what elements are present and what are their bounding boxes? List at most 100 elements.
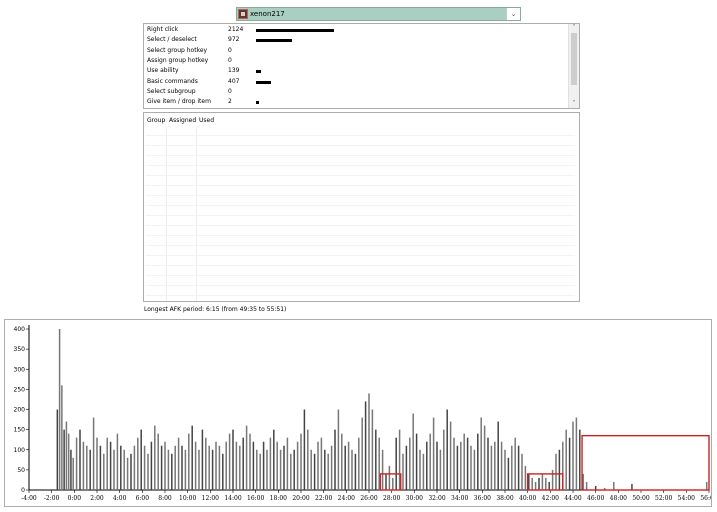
- chart-bar: [286, 437, 289, 490]
- chart-bar: [327, 453, 329, 490]
- chart-bar: [524, 465, 527, 490]
- chart-bar: [538, 477, 540, 490]
- chart-bar: [631, 483, 633, 490]
- chart-bar: [171, 453, 173, 490]
- table-row: [146, 225, 575, 226]
- chart-bar: [211, 449, 214, 490]
- chart-bar: [545, 477, 547, 490]
- chart-bar: [164, 441, 166, 490]
- chart-bar: [269, 437, 272, 490]
- chart-bar: [154, 425, 156, 490]
- chart-bar: [419, 449, 421, 490]
- y-tick-label: 100: [14, 447, 26, 454]
- stat-value: 407: [228, 77, 240, 85]
- chart-bar: [449, 421, 452, 490]
- stat-row[interactable]: Select group hotkey 0: [144, 46, 564, 56]
- x-tick-label: 14:00: [224, 495, 241, 502]
- chart-bar: [296, 441, 299, 490]
- stats-scrollbar[interactable]: ˄ ˅: [568, 24, 579, 108]
- chart-bar: [555, 453, 557, 490]
- chart-bar: [473, 449, 476, 490]
- x-tick-label: 18:00: [270, 495, 287, 502]
- y-tick-label: 0: [21, 487, 25, 494]
- stat-value: 972: [228, 36, 240, 44]
- stats-scroll-thumb[interactable]: [571, 33, 577, 85]
- x-tick-label: 2:00: [90, 495, 104, 502]
- apm-chart-panel: 0 50 100 150 200 250 300 350 400 -4:00 -2:00 0:00 2:…: [4, 319, 712, 507]
- chart-bar: [432, 417, 435, 490]
- chart-bar: [303, 409, 306, 490]
- x-tick-label: -4:00: [21, 495, 37, 502]
- stat-label: Select subgroup: [147, 87, 196, 95]
- stat-row[interactable]: Basic commands 407: [144, 77, 564, 87]
- column-used[interactable]: Used: [199, 117, 214, 124]
- chart-bar: [188, 433, 190, 490]
- chart-bar: [558, 449, 561, 490]
- x-tick-label: -2:00: [44, 495, 60, 502]
- scroll-down-icon[interactable]: ˅: [569, 100, 579, 108]
- stat-value: 2: [228, 98, 232, 106]
- stat-row[interactable]: Right click 2124: [144, 25, 564, 35]
- x-tick-label: 24:00: [338, 495, 355, 502]
- chart-bar: [422, 453, 425, 490]
- table-row: [146, 145, 575, 146]
- stat-row[interactable]: Give item / drop item 2: [144, 97, 564, 107]
- apm-chart: 0 50 100 150 200 250 300 350 400 -4:00 -2:00 0:00 2:…: [14, 325, 711, 502]
- stat-row[interactable]: Select subgroup 0: [144, 87, 564, 97]
- chart-bar: [344, 445, 346, 490]
- chart-bar: [497, 421, 499, 490]
- chart-bar: [453, 437, 455, 490]
- chart-bar: [402, 453, 404, 490]
- chart-bar: [405, 445, 408, 490]
- stat-row[interactable]: Assign group hotkey 0: [144, 56, 564, 66]
- table-row: [146, 245, 575, 246]
- chart-bar: [548, 481, 550, 490]
- x-tick-label: 22:00: [315, 495, 332, 502]
- chart-bar: [143, 445, 146, 490]
- table-row: [146, 175, 575, 176]
- chart-bar: [541, 473, 544, 490]
- table-row: [146, 135, 575, 136]
- chart-bar: [521, 453, 523, 490]
- player-avatar-icon: [238, 9, 248, 19]
- stat-row[interactable]: Use ability 139: [144, 66, 564, 76]
- chart-bar: [317, 441, 319, 490]
- chart-bar: [470, 445, 472, 490]
- chart-bar: [487, 437, 489, 490]
- y-tick-label: 200: [14, 407, 26, 414]
- chart-bar: [307, 429, 309, 490]
- x-tick-label: 20:00: [292, 495, 309, 502]
- chart-bar: [466, 437, 469, 490]
- column-assigned[interactable]: Assigned: [169, 117, 196, 124]
- chart-bar: [480, 417, 482, 490]
- chart-bar: [347, 441, 350, 490]
- highlight-box: [581, 434, 710, 491]
- chart-bar: [361, 417, 363, 490]
- chart-bar: [72, 457, 74, 490]
- stat-bar: [256, 101, 259, 105]
- column-group[interactable]: Group: [147, 117, 165, 124]
- chevron-down-icon[interactable]: ⌄: [506, 8, 520, 20]
- chart-bar: [341, 433, 343, 490]
- x-tick-label: 56:00: [700, 495, 711, 502]
- afk-period-text: Longest AFK period: 6:15 (from 49:35 to …: [144, 306, 287, 313]
- chart-bar: [130, 453, 132, 490]
- x-tick-label: 50:00: [632, 495, 649, 502]
- x-tick-label: 34:00: [451, 495, 468, 502]
- x-tick-label: 42:00: [542, 495, 559, 502]
- player-select[interactable]: xenon217 ⌄: [236, 7, 521, 21]
- chart-bar: [242, 437, 244, 490]
- chart-bar: [201, 429, 204, 490]
- chart-bar: [67, 433, 70, 490]
- chart-bar: [82, 441, 85, 490]
- stat-row[interactable]: Select / deselect 972: [144, 35, 564, 45]
- x-tick-label: 28:00: [383, 495, 400, 502]
- chart-bar: [300, 433, 302, 490]
- stat-value: 0: [228, 56, 232, 64]
- x-tick-label: 52:00: [655, 495, 672, 502]
- table-row: [146, 185, 575, 186]
- highlight-box: [379, 473, 402, 491]
- chart-bar: [613, 481, 615, 490]
- chart-bar: [412, 413, 414, 490]
- scroll-up-icon[interactable]: ˄: [569, 24, 579, 32]
